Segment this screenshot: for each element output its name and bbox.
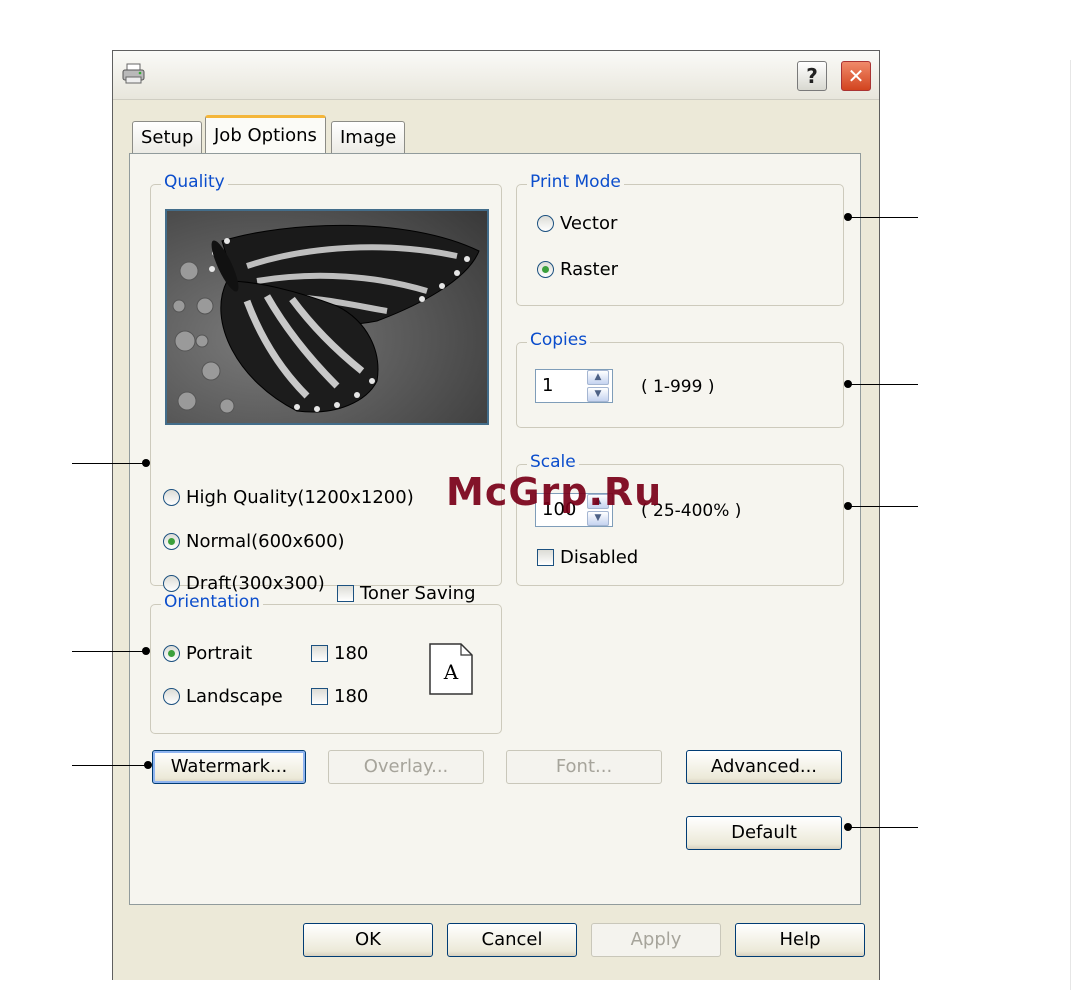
scale-disabled-label: Disabled bbox=[560, 546, 639, 568]
vector-radio-row[interactable]: Vector bbox=[537, 211, 617, 235]
landscape-180-checkbox[interactable] bbox=[311, 687, 328, 705]
callout-copies-line bbox=[850, 384, 918, 385]
font-button[interactable]: Font... bbox=[506, 750, 662, 784]
toner-saving-label: Toner Saving bbox=[360, 582, 476, 604]
portrait-180-label: 180 bbox=[334, 642, 369, 664]
copies-up-icon[interactable]: ▲ bbox=[587, 370, 609, 385]
callout-watermark-line bbox=[72, 765, 148, 766]
orientation-group: Orientation Portrait Landscape 180 180 A bbox=[150, 592, 502, 734]
draft-quality-radio[interactable] bbox=[163, 574, 180, 592]
landscape-radio[interactable] bbox=[163, 687, 180, 705]
cancel-button[interactable]: Cancel bbox=[447, 923, 577, 957]
copies-spinner[interactable]: ▲ ▼ bbox=[587, 370, 609, 402]
print-mode-group: Print Mode Vector Raster bbox=[516, 172, 844, 306]
high-quality-radio-row[interactable]: High Quality(1200x1200) bbox=[163, 485, 414, 509]
portrait-radio-row[interactable]: Portrait bbox=[163, 641, 252, 665]
scale-disabled-checkbox[interactable] bbox=[537, 548, 554, 566]
butterfly-preview bbox=[165, 209, 489, 425]
portrait-page-icon: A bbox=[429, 643, 473, 695]
callout-printmode-line bbox=[850, 217, 918, 218]
tab-job-options[interactable]: Job Options bbox=[205, 115, 326, 153]
callout-orientation-line bbox=[72, 651, 146, 652]
page-icon-letter: A bbox=[443, 660, 459, 684]
title-close-button[interactable]: ✕ bbox=[841, 61, 871, 91]
landscape-180-label: 180 bbox=[334, 685, 369, 707]
site-watermark: McGrp.Ru bbox=[446, 470, 663, 514]
callout-copies-dot bbox=[844, 380, 852, 388]
toner-saving-row[interactable]: Toner Saving bbox=[337, 581, 476, 605]
tab-setup[interactable]: Setup bbox=[132, 121, 203, 153]
portrait-180-checkbox[interactable] bbox=[311, 644, 328, 662]
vector-radio[interactable] bbox=[537, 214, 554, 232]
normal-quality-label: Normal(600x600) bbox=[186, 530, 345, 552]
quality-group: Quality High Quality(1200x1200) Normal(6… bbox=[150, 172, 502, 604]
advanced-button[interactable]: Advanced... bbox=[686, 750, 842, 784]
callout-scale-line bbox=[850, 506, 918, 507]
copies-range: ( 1-999 ) bbox=[641, 377, 715, 397]
printer-properties-dialog: ? ✕ Setup Job Options Image Quality High… bbox=[112, 50, 880, 980]
portrait-label: Portrait bbox=[186, 642, 253, 664]
callout-quality-dot bbox=[142, 459, 150, 467]
raster-radio[interactable] bbox=[537, 260, 554, 278]
watermark-button[interactable]: Watermark... bbox=[152, 750, 306, 784]
high-quality-label: High Quality(1200x1200) bbox=[186, 486, 414, 508]
portrait-180-row[interactable]: 180 bbox=[311, 641, 368, 665]
callout-scale-dot bbox=[844, 502, 852, 510]
vector-label: Vector bbox=[560, 212, 618, 234]
high-quality-radio[interactable] bbox=[163, 488, 180, 506]
default-button[interactable]: Default bbox=[686, 816, 842, 850]
orientation-legend: Orientation bbox=[161, 592, 263, 612]
copies-down-icon[interactable]: ▼ bbox=[587, 387, 609, 402]
quality-legend: Quality bbox=[161, 172, 228, 192]
landscape-radio-row[interactable]: Landscape bbox=[163, 684, 283, 708]
raster-label: Raster bbox=[560, 258, 619, 280]
callout-default-dot bbox=[844, 823, 852, 831]
callout-orientation-dot bbox=[142, 647, 150, 655]
callout-watermark-dot bbox=[144, 761, 152, 769]
page-edge-rule bbox=[1070, 60, 1071, 990]
normal-quality-radio-row[interactable]: Normal(600x600) bbox=[163, 529, 345, 553]
draft-quality-label: Draft(300x300) bbox=[186, 572, 325, 594]
butterfly-image bbox=[167, 211, 487, 423]
callout-default-line bbox=[850, 827, 918, 828]
apply-button[interactable]: Apply bbox=[591, 923, 721, 957]
callout-printmode-dot bbox=[844, 213, 852, 221]
toner-saving-checkbox[interactable] bbox=[337, 584, 354, 602]
help-button[interactable]: Help bbox=[735, 923, 865, 957]
portrait-radio[interactable] bbox=[163, 644, 180, 662]
landscape-label: Landscape bbox=[186, 685, 283, 707]
overlay-button[interactable]: Overlay... bbox=[328, 750, 484, 784]
scale-disabled-row[interactable]: Disabled bbox=[537, 545, 638, 569]
tab-image[interactable]: Image bbox=[331, 121, 406, 153]
printer-icon bbox=[122, 63, 145, 84]
title-bar: ? ✕ bbox=[113, 51, 879, 100]
job-options-panel: Quality High Quality(1200x1200) Normal(6… bbox=[129, 153, 861, 905]
copies-group: Copies 1 ▲ ▼ ( 1-999 ) bbox=[516, 330, 844, 428]
copies-legend: Copies bbox=[527, 330, 591, 350]
callout-quality-line bbox=[72, 463, 146, 464]
normal-quality-radio[interactable] bbox=[163, 532, 180, 550]
scale-legend: Scale bbox=[527, 452, 579, 472]
print-mode-legend: Print Mode bbox=[527, 172, 624, 192]
raster-radio-row[interactable]: Raster bbox=[537, 257, 618, 281]
title-help-button[interactable]: ? bbox=[797, 61, 827, 91]
landscape-180-row[interactable]: 180 bbox=[311, 684, 368, 708]
ok-button[interactable]: OK bbox=[303, 923, 433, 957]
